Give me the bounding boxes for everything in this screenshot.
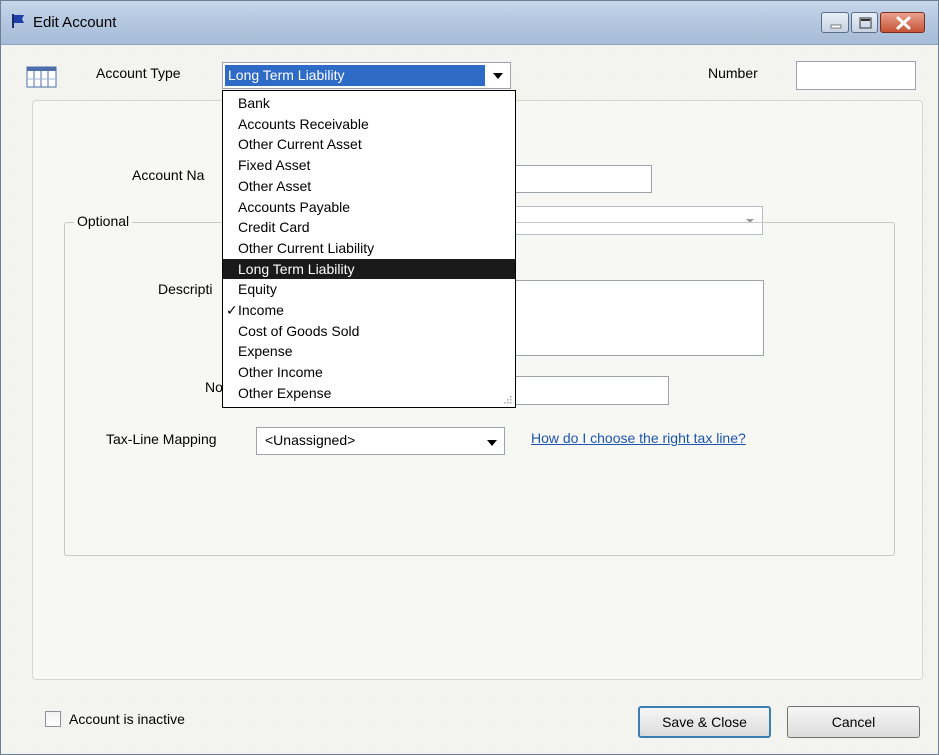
account-type-value: Long Term Liability: [225, 65, 485, 86]
account-type-option[interactable]: Other Expense: [223, 383, 515, 404]
account-type-option-label: Accounts Receivable: [238, 115, 369, 132]
window-title: Edit Account: [33, 14, 117, 31]
account-type-option-label: Other Current Liability: [238, 239, 375, 256]
resize-grip-icon[interactable]: [503, 395, 513, 405]
tax-line-label: Tax-Line Mapping: [106, 431, 217, 447]
save-close-button[interactable]: Save & Close: [638, 706, 771, 738]
account-type-option[interactable]: Other Asset: [223, 176, 515, 197]
account-type-option-label: Other Asset: [238, 177, 312, 194]
account-type-option-label: Long Term Liability: [238, 260, 355, 277]
close-button[interactable]: [880, 12, 925, 33]
account-type-option-label: Equity: [238, 281, 277, 298]
description-label: Descripti: [158, 281, 213, 297]
account-type-option[interactable]: Other Current Asset: [223, 134, 515, 155]
number-label: Number: [708, 65, 758, 81]
account-type-option[interactable]: Fixed Asset: [223, 155, 515, 176]
optional-label: Optional: [74, 213, 133, 229]
account-type-option-label: Expense: [238, 343, 293, 360]
account-type-option[interactable]: Bank: [223, 93, 515, 114]
minimize-icon: [830, 24, 842, 29]
account-type-option[interactable]: ✓ Income: [223, 300, 515, 321]
tax-line-combo[interactable]: <Unassigned>: [256, 427, 505, 455]
account-list-icon: [26, 66, 57, 88]
account-type-option-label: Credit Card: [238, 219, 310, 236]
account-type-option[interactable]: Accounts Receivable: [223, 114, 515, 135]
edit-account-window: Edit Account Account Type Long Term Liab…: [0, 0, 939, 755]
account-type-option-label: Other Current Asset: [238, 136, 362, 153]
account-type-option[interactable]: Long Term Liability: [223, 258, 515, 280]
minimize-button[interactable]: [821, 12, 849, 33]
tax-line-help-link[interactable]: How do I choose the right tax line?: [531, 430, 746, 446]
account-name-label: Account Na: [132, 167, 205, 183]
tax-line-value: <Unassigned>: [265, 432, 356, 448]
account-type-option[interactable]: Other Current Liability: [223, 238, 515, 259]
cancel-button[interactable]: Cancel: [787, 706, 920, 738]
account-type-option-label: Other Income: [238, 364, 323, 381]
account-type-option-label: Income: [238, 302, 284, 318]
close-icon: [896, 16, 911, 30]
account-type-option-label: Fixed Asset: [238, 157, 311, 174]
flag-icon: [12, 14, 24, 28]
maximize-button[interactable]: [851, 12, 878, 33]
chevron-down-icon[interactable]: [489, 66, 507, 84]
maximize-icon: [859, 17, 872, 29]
account-type-option-label: Bank: [238, 95, 270, 111]
account-type-option[interactable]: Credit Card: [223, 217, 515, 238]
account-type-dropdown[interactable]: Bank Accounts Receivable Other Current Ass…: [222, 90, 516, 408]
chevron-down-icon[interactable]: [483, 433, 501, 451]
account-type-option[interactable]: Accounts Payable: [223, 197, 515, 218]
account-type-combo[interactable]: Long Term Liability: [222, 62, 511, 89]
account-type-option[interactable]: Cost of Goods Sold: [223, 321, 515, 342]
inactive-label: Account is inactive: [69, 711, 185, 727]
account-type-option[interactable]: Expense: [223, 341, 515, 362]
number-input[interactable]: [796, 61, 916, 90]
account-type-option[interactable]: Equity: [223, 279, 515, 300]
account-type-option-label: Cost of Goods Sold: [238, 322, 360, 339]
account-type-option[interactable]: Other Income: [223, 362, 515, 383]
account-type-label: Account Type: [96, 65, 181, 81]
account-type-option-label: Other Expense: [238, 384, 332, 401]
title-bar: Edit Account: [1, 1, 938, 45]
inactive-checkbox[interactable]: [45, 711, 61, 727]
checkmark-icon: ✓: [226, 302, 238, 318]
account-type-option-label: Accounts Payable: [238, 198, 351, 215]
note-label: No: [205, 379, 223, 395]
